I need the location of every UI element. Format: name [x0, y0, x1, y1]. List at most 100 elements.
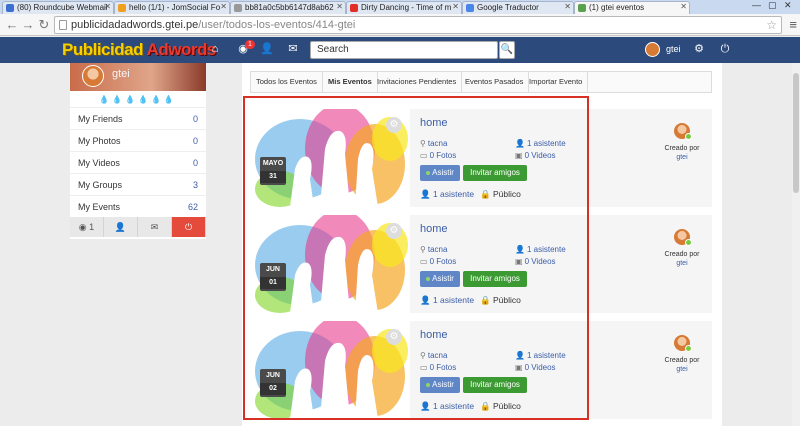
event-photos[interactable]: ▭ 0 Fotos	[420, 257, 456, 266]
stat-friends[interactable]: My Friends 0	[70, 107, 206, 129]
browser-tab[interactable]: bb81a0c5bb6147d8ab62 ✕	[230, 1, 346, 14]
minimize-icon[interactable]: —	[752, 0, 761, 10]
site-navbar: Publicidad Adwords ⌂ ◉ 1 👤 ✉ Search 🔍 gt…	[0, 37, 800, 63]
event-location[interactable]: ⚲ tacna	[420, 245, 447, 254]
event-attendees[interactable]: 👤 1 asistente	[515, 139, 566, 148]
event-photos[interactable]: ▭ 0 Fotos	[420, 151, 456, 160]
invite-friends-button[interactable]: Invitar amigos	[463, 165, 527, 181]
video-icon: ▣	[515, 257, 523, 266]
lock-icon: 🔒	[480, 189, 491, 199]
event-foot-attendees[interactable]: 👤 1 asistente	[420, 189, 474, 200]
event-location[interactable]: ⚲ tacna	[420, 351, 447, 360]
event-videos[interactable]: ▣ 0 Videos	[515, 363, 556, 372]
power-icon: ⏻	[184, 222, 193, 232]
address-bar[interactable]: publicidadadwords.gtei.pe/user/todos-los…	[54, 16, 782, 34]
tab-my-events[interactable]: Mis Eventos	[323, 72, 378, 92]
stat-groups[interactable]: My Groups 3	[70, 173, 206, 195]
home-icon[interactable]: ⌂	[208, 42, 222, 56]
close-icon[interactable]: ✕	[220, 2, 227, 11]
gear-icon[interactable]: ⚙	[386, 223, 402, 239]
event-foot-attendees[interactable]: 👤 1 asistente	[420, 401, 474, 412]
friends-icon[interactable]: 👤	[260, 42, 274, 56]
creator-avatar[interactable]	[674, 335, 692, 352]
close-icon[interactable]: ✕	[680, 2, 687, 11]
browser-tab[interactable]: (80) Roundcube Webmail ✕	[2, 1, 114, 14]
lock-icon: 🔒	[480, 401, 491, 411]
user-avatar[interactable]	[645, 42, 660, 57]
event-title-link[interactable]: home	[420, 117, 448, 129]
profile-avatar[interactable]	[82, 65, 104, 87]
browser-tab[interactable]: Dirty Dancing - Time of m ✕	[346, 1, 462, 14]
user-name[interactable]: gtei	[666, 44, 681, 54]
power-icon[interactable]: ⏻	[718, 42, 732, 56]
tab-pending-invitations[interactable]: Invitaciones Pendientes	[372, 72, 463, 92]
tab-import-event[interactable]: Importar Evento	[524, 72, 589, 92]
search-button[interactable]: 🔍	[499, 41, 515, 59]
browser-menu-icon[interactable]: ≡	[789, 17, 797, 32]
close-icon[interactable]: ✕	[336, 2, 343, 11]
event-creator: Creado por gtei	[652, 335, 712, 373]
window-close-icon[interactable]: ✕	[784, 0, 792, 11]
event-image[interactable]: JUN 01 ⚙	[250, 215, 410, 313]
event-foot-attendees[interactable]: 👤 1 asistente	[420, 295, 474, 306]
folder-icon: ▭	[420, 257, 428, 266]
stat-events[interactable]: My Events 62	[70, 195, 206, 217]
creator-avatar[interactable]	[674, 229, 692, 246]
event-title-link[interactable]: home	[420, 223, 448, 235]
creator-avatar[interactable]	[674, 123, 692, 140]
close-icon[interactable]: ✕	[104, 2, 111, 11]
message-button[interactable]: ✉	[138, 217, 172, 237]
browser-tab-active[interactable]: (1) gtei eventos ✕	[574, 1, 690, 14]
scrollbar-thumb[interactable]	[793, 73, 799, 193]
forward-icon[interactable]: →	[20, 17, 36, 33]
back-icon[interactable]: ←	[4, 17, 20, 33]
tab-favicon-icon	[234, 4, 242, 12]
event-attendees[interactable]: 👤 1 asistente	[515, 351, 566, 360]
gear-icon[interactable]: ⚙	[386, 329, 402, 345]
search-input[interactable]: Search	[310, 41, 498, 59]
event-image[interactable]: MAYO 31 ⚙	[250, 109, 410, 207]
messages-icon[interactable]: ✉	[286, 42, 300, 56]
maximize-icon[interactable]: ▢	[768, 0, 777, 11]
bookmark-star-icon[interactable]: ☆	[766, 17, 777, 33]
attend-button[interactable]: Asistir	[420, 271, 460, 287]
invite-friends-button[interactable]: Invitar amigos	[463, 377, 527, 393]
site-logo[interactable]: Publicidad Adwords	[62, 40, 216, 60]
globe-count-button[interactable]: ◉ 1	[70, 217, 104, 237]
creator-link[interactable]: gtei	[652, 154, 712, 161]
event-location[interactable]: ⚲ tacna	[420, 139, 447, 148]
event-attendees[interactable]: 👤 1 asistente	[515, 245, 566, 254]
event-title-link[interactable]: home	[420, 329, 448, 341]
attend-button[interactable]: Asistir	[420, 377, 460, 393]
event-videos[interactable]: ▣ 0 Videos	[515, 257, 556, 266]
event-creator: Creado por gtei	[652, 123, 712, 161]
stat-videos[interactable]: My Videos 0	[70, 151, 206, 173]
reload-icon[interactable]: ↻	[36, 17, 52, 33]
event-photos[interactable]: ▭ 0 Fotos	[420, 363, 456, 372]
creator-link[interactable]: gtei	[652, 366, 712, 373]
envelope-icon: ✉	[150, 222, 159, 232]
rating-icons: 💧💧💧💧💧💧	[99, 95, 177, 104]
event-image[interactable]: JUN 02 ⚙	[250, 321, 410, 419]
add-friend-button[interactable]: 👤	[104, 217, 138, 237]
event-privacy: 🔒 Público	[480, 189, 521, 199]
page-scrollbar[interactable]	[792, 63, 800, 426]
logout-button[interactable]: ⏻	[172, 217, 206, 237]
tab-all-events[interactable]: Todos los Eventos	[251, 72, 323, 92]
event-videos[interactable]: ▣ 0 Videos	[515, 151, 556, 160]
add-friend-icon: 👤	[114, 222, 127, 232]
video-icon: ▣	[515, 151, 523, 160]
browser-tab[interactable]: Google Traductor ✕	[462, 1, 574, 14]
close-icon[interactable]: ✕	[452, 2, 459, 11]
browser-tab[interactable]: hello (1/1) - JomSocial Fo ✕	[114, 1, 230, 14]
attend-button[interactable]: Asistir	[420, 165, 460, 181]
invite-friends-button[interactable]: Invitar amigos	[463, 271, 527, 287]
stat-photos[interactable]: My Photos 0	[70, 129, 206, 151]
creator-link[interactable]: gtei	[652, 260, 712, 267]
user-icon: 👤	[420, 189, 431, 199]
tab-past-events[interactable]: Eventos Pasados	[460, 72, 530, 92]
gear-icon[interactable]: ⚙	[386, 117, 402, 133]
gear-icon[interactable]: ⚙	[692, 42, 706, 56]
close-icon[interactable]: ✕	[564, 2, 571, 11]
profile-name[interactable]: gtei	[112, 68, 130, 80]
